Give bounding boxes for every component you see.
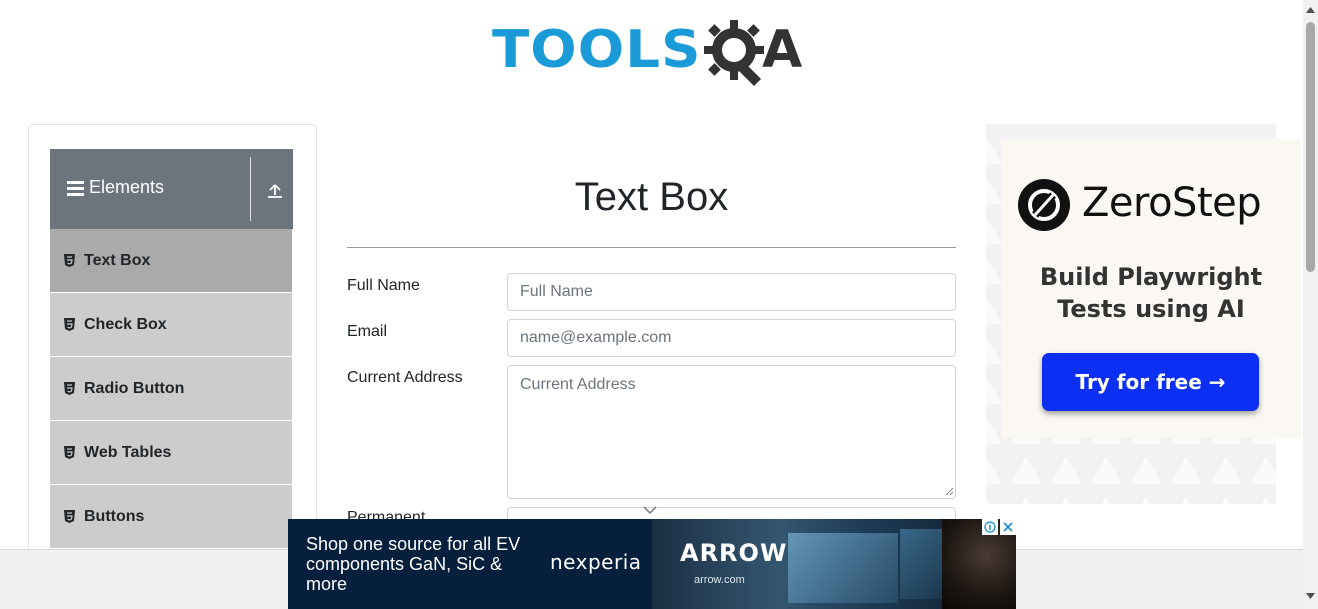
chevron-down-icon bbox=[643, 506, 657, 515]
sidebar-item-label: Web Tables bbox=[84, 443, 172, 461]
banner-text-panel: Shop one source for all EV components Ga… bbox=[288, 519, 652, 609]
title-divider bbox=[347, 247, 956, 248]
resize-grip-icon[interactable] bbox=[945, 487, 954, 496]
sidebar-item-radio-button[interactable]: Radio Button bbox=[50, 357, 293, 421]
header-divider bbox=[250, 157, 251, 221]
sidebar-item-buttons[interactable]: Buttons bbox=[50, 485, 293, 549]
zerostep-tagline: Build Playwright Tests using AI bbox=[1001, 261, 1301, 325]
current-address-textarea[interactable] bbox=[507, 365, 956, 499]
zerostep-brand: ZeroStep bbox=[1082, 180, 1262, 226]
sidebar-item-text-box[interactable]: Text Box bbox=[50, 229, 293, 293]
email-label: Email bbox=[347, 323, 388, 340]
adchoices-icon[interactable] bbox=[982, 519, 998, 535]
email-input[interactable] bbox=[507, 319, 956, 357]
zerostep-logo-icon bbox=[1018, 179, 1070, 231]
arrow-url: arrow.com bbox=[694, 574, 745, 586]
sidebar-item-web-tables[interactable]: Web Tables bbox=[50, 421, 293, 485]
scrollbar-thumb[interactable] bbox=[1306, 22, 1315, 272]
menu-icon bbox=[67, 181, 84, 197]
html5-icon bbox=[64, 382, 75, 395]
sidebar-item-check-box[interactable]: Check Box bbox=[50, 293, 293, 357]
sidebar-menu: Text Box Check Box Radio Button Web Tabl… bbox=[50, 229, 293, 549]
tagline-line-2: Tests using AI bbox=[1057, 295, 1245, 323]
html5-icon bbox=[64, 318, 75, 331]
arrow-logo: ARROW bbox=[680, 539, 788, 567]
tagline-line-1: Build Playwright bbox=[1039, 263, 1263, 291]
full-name-input[interactable] bbox=[507, 273, 956, 311]
html5-icon bbox=[64, 510, 75, 523]
banner-headline: Shop one source for all EV components Ga… bbox=[306, 534, 521, 594]
toolsqa-logo[interactable]: TOOLS A bbox=[492, 16, 814, 90]
full-name-label: Full Name bbox=[347, 277, 420, 294]
scroll-down-arrow-icon[interactable] bbox=[1305, 592, 1316, 600]
sidebar-item-label: Check Box bbox=[84, 315, 167, 333]
html5-icon bbox=[64, 254, 75, 267]
bottom-banner-ad[interactable]: Shop one source for all EV components Ga… bbox=[288, 519, 1016, 609]
current-address-label: Current Address bbox=[347, 369, 463, 386]
page-title: Text Box bbox=[574, 175, 729, 219]
banner-screen-image bbox=[788, 533, 898, 603]
scroll-up-arrow-icon[interactable] bbox=[1305, 6, 1316, 14]
try-for-free-button[interactable]: Try for free → bbox=[1042, 353, 1259, 411]
banner-photo: ARROW arrow.com bbox=[652, 519, 1016, 609]
logo-text-a: A bbox=[762, 20, 803, 80]
nexperia-logo: nexperia bbox=[550, 550, 642, 574]
sidebar-item-label: Buttons bbox=[84, 507, 145, 525]
close-icon[interactable] bbox=[1000, 519, 1016, 535]
elements-group-header[interactable]: Elements bbox=[50, 149, 293, 229]
logo-text-tools: TOOLS bbox=[492, 20, 702, 80]
html5-icon bbox=[64, 446, 75, 459]
sidebar-item-label: Text Box bbox=[84, 251, 151, 269]
upload-icon[interactable] bbox=[266, 182, 284, 200]
group-title: Elements bbox=[89, 177, 165, 197]
sidebar-item-label: Radio Button bbox=[84, 379, 185, 397]
